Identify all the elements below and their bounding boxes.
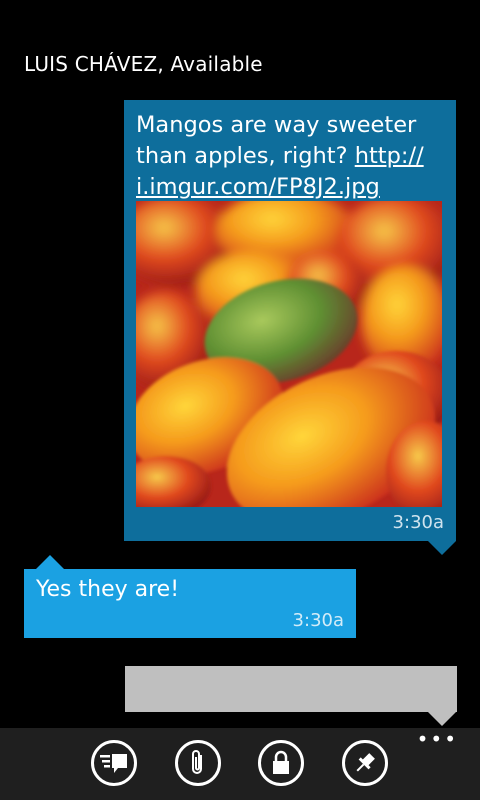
- pin-icon: [356, 753, 375, 772]
- messages-icon: [100, 754, 127, 773]
- lock-icon: [273, 750, 289, 774]
- incoming-message-text: Yes they are!: [36, 577, 180, 602]
- attached-photo[interactable]: [136, 201, 442, 507]
- mango-photo-image: [136, 201, 442, 507]
- outgoing-message-text: Mangos are way sweeter than apples, righ…: [136, 110, 448, 203]
- pin-button[interactable]: [342, 740, 388, 786]
- compose-input[interactable]: [125, 666, 457, 712]
- message-timestamp: 3:30a: [292, 610, 344, 631]
- incoming-message[interactable]: Yes they are! 3:30a: [24, 569, 356, 638]
- lock-button[interactable]: [258, 740, 304, 786]
- attach-button[interactable]: [175, 740, 221, 786]
- outgoing-bubble-tail: [428, 541, 456, 555]
- message-timestamp: 3:30a: [392, 512, 444, 533]
- compose-bubble-tail: [428, 712, 456, 726]
- contact-header: LUIS CHÁVEZ, Available: [24, 52, 263, 76]
- switch-messaging-button[interactable]: [91, 740, 137, 786]
- app-bar: •••: [0, 728, 480, 800]
- outgoing-message[interactable]: Mangos are way sweeter than apples, righ…: [124, 100, 456, 541]
- attach-icon: [192, 750, 202, 774]
- incoming-bubble-tail: [36, 555, 64, 569]
- more-options-button[interactable]: •••: [417, 729, 458, 749]
